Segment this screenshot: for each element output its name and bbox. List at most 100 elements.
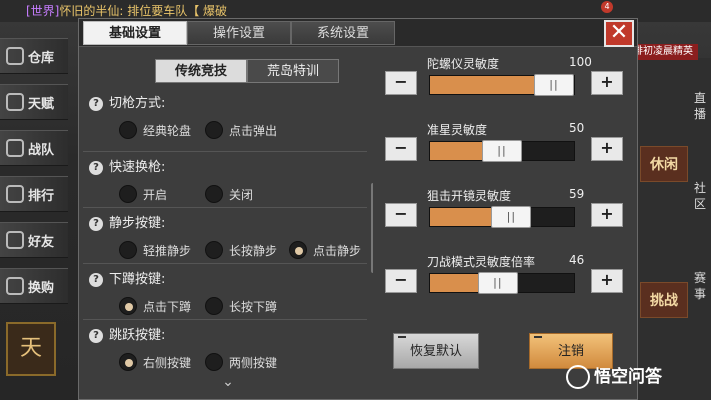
- side-menu-item[interactable]: 战队: [0, 130, 68, 166]
- button-mark-icon: [534, 336, 542, 338]
- reset-defaults-button[interactable]: 恢复默认: [393, 333, 479, 369]
- player-avatar[interactable]: 天: [6, 322, 56, 376]
- radio-button[interactable]: [205, 353, 223, 371]
- setting-title-text: 跳跃按键:: [109, 328, 166, 343]
- increase-button[interactable]: +: [591, 269, 623, 293]
- button-mark-icon: [398, 336, 406, 338]
- slider-thumb[interactable]: ||: [534, 74, 574, 96]
- decrease-button[interactable]: −: [385, 71, 417, 95]
- radio-button[interactable]: [205, 297, 223, 315]
- options-scrollbar[interactable]: [371, 183, 373, 273]
- right-tab-live[interactable]: 直播: [690, 90, 710, 122]
- help-icon[interactable]: ?: [89, 96, 103, 111]
- setting-title-text: 切枪方式:: [109, 96, 166, 111]
- radio-label: 点击下蹲: [143, 299, 192, 314]
- slider-thumb[interactable]: ||: [491, 206, 532, 228]
- slider-track[interactable]: ||: [429, 74, 575, 96]
- sensitivity-slider: 陀螺仪灵敏度 100 − || +: [383, 55, 633, 113]
- watermark-logo-icon: [566, 365, 590, 389]
- watermark: 悟空问答: [566, 362, 662, 389]
- slider-track[interactable]: ||: [429, 272, 575, 294]
- slider-thumb[interactable]: ||: [482, 140, 522, 162]
- tab-basic-settings[interactable]: 基础设置: [83, 21, 187, 45]
- help-icon[interactable]: ?: [89, 272, 103, 287]
- setting-title: ? 静步按键:: [89, 215, 371, 233]
- sensitivity-slider: 狙击开镜灵敏度 59 − || +: [383, 187, 633, 245]
- radio-button[interactable]: [119, 121, 137, 139]
- slider-value: 59: [569, 187, 585, 201]
- increase-button[interactable]: +: [591, 137, 623, 161]
- side-menu-item[interactable]: 好友: [0, 222, 68, 258]
- side-menu-item[interactable]: 排行: [0, 176, 68, 212]
- side-menu-item[interactable]: 天赋: [0, 84, 68, 120]
- radio-option[interactable]: 轻推静步: [119, 241, 191, 259]
- radio-option[interactable]: 右侧按键: [119, 353, 191, 371]
- setting-title-text: 快速换枪:: [109, 160, 166, 175]
- radio-option[interactable]: 开启: [119, 185, 167, 203]
- decrease-button[interactable]: −: [385, 269, 417, 293]
- radio-option[interactable]: 长按下蹲: [205, 297, 277, 315]
- radio-button[interactable]: [119, 185, 137, 203]
- settings-dialog: 基础设置 操作设置 系统设置 ✕ 传统竞技 荒岛特训 ? 切枪方式: 经典轮盘 点击弹…: [78, 18, 638, 400]
- tab-system-settings[interactable]: 系统设置: [291, 21, 395, 45]
- radio-button[interactable]: [119, 297, 137, 315]
- friends-icon: [6, 231, 24, 249]
- side-menu-item[interactable]: 仓库: [0, 38, 68, 74]
- chevron-down-icon[interactable]: ⌄: [221, 375, 235, 389]
- help-icon[interactable]: ?: [89, 216, 103, 231]
- slider-thumb[interactable]: ||: [477, 272, 518, 294]
- radio-option[interactable]: 经典轮盘: [119, 121, 191, 139]
- setting-section: ? 静步按键: 轻推静步 长按静步 点击静步: [89, 215, 371, 265]
- radio-option[interactable]: 点击静步: [289, 241, 361, 259]
- subtab-island[interactable]: 荒岛特训: [247, 59, 339, 83]
- decrease-button[interactable]: −: [385, 203, 417, 227]
- mode-card-casual[interactable]: 休闲: [640, 146, 688, 182]
- slider-track[interactable]: ||: [429, 140, 575, 162]
- decrease-button[interactable]: −: [385, 137, 417, 161]
- radio-option[interactable]: 两侧按键: [205, 353, 277, 371]
- ranking-icon: [6, 185, 24, 203]
- radio-button[interactable]: [119, 353, 137, 371]
- help-icon[interactable]: ?: [89, 328, 103, 343]
- help-icon[interactable]: ?: [89, 160, 103, 175]
- slider-label: 刀战模式灵敏度倍率: [427, 255, 536, 269]
- radio-option[interactable]: 点击弹出: [205, 121, 277, 139]
- close-icon[interactable]: ✕: [604, 20, 634, 47]
- watermark-text: 悟空问答: [594, 367, 662, 387]
- chat-channel: [世界]: [26, 4, 60, 18]
- section-divider: [83, 263, 367, 264]
- setting-title: ? 下蹲按键:: [89, 271, 371, 289]
- setting-title-text: 静步按键:: [109, 216, 166, 231]
- side-menu-label: 天赋: [28, 96, 55, 112]
- radio-option[interactable]: 关闭: [205, 185, 253, 203]
- team-icon: [6, 139, 24, 157]
- radio-button[interactable]: [205, 121, 223, 139]
- radio-option[interactable]: 长按静步: [205, 241, 277, 259]
- side-menu-label: 战队: [28, 142, 55, 158]
- radio-button[interactable]: [205, 241, 223, 259]
- radio-label: 点击静步: [313, 243, 362, 258]
- increase-button[interactable]: +: [591, 203, 623, 227]
- radio-option[interactable]: 点击下蹲: [119, 297, 191, 315]
- subtab-classic[interactable]: 传统竞技: [155, 59, 247, 83]
- slider-label: 陀螺仪灵敏度: [427, 57, 500, 71]
- setting-section: ? 切枪方式: 经典轮盘 点击弹出: [89, 95, 371, 145]
- right-banner[interactable]: 排初凌晨精英: [628, 44, 698, 60]
- right-tab-community[interactable]: 社区: [690, 180, 710, 212]
- warehouse-icon: [6, 47, 24, 65]
- radio-button[interactable]: [205, 185, 223, 203]
- mode-card-challenge[interactable]: 挑战: [640, 282, 688, 318]
- slider-value: 46: [569, 253, 585, 267]
- setting-section: ? 快速换枪: 开启 关闭: [89, 159, 371, 209]
- world-chat-message[interactable]: [世界]怀旧的半仙: 排位要车队【 爆破: [26, 2, 227, 19]
- radio-label: 轻推静步: [143, 243, 192, 258]
- logout-label: 注销: [557, 344, 584, 359]
- right-tab-events[interactable]: 赛事: [690, 270, 710, 302]
- radio-button[interactable]: [119, 241, 137, 259]
- radio-label: 右侧按键: [143, 355, 192, 370]
- increase-button[interactable]: +: [591, 71, 623, 95]
- tab-control-settings[interactable]: 操作设置: [187, 21, 291, 45]
- side-menu-item[interactable]: 换购: [0, 268, 68, 304]
- radio-button[interactable]: [289, 241, 307, 259]
- slider-track[interactable]: ||: [429, 206, 575, 228]
